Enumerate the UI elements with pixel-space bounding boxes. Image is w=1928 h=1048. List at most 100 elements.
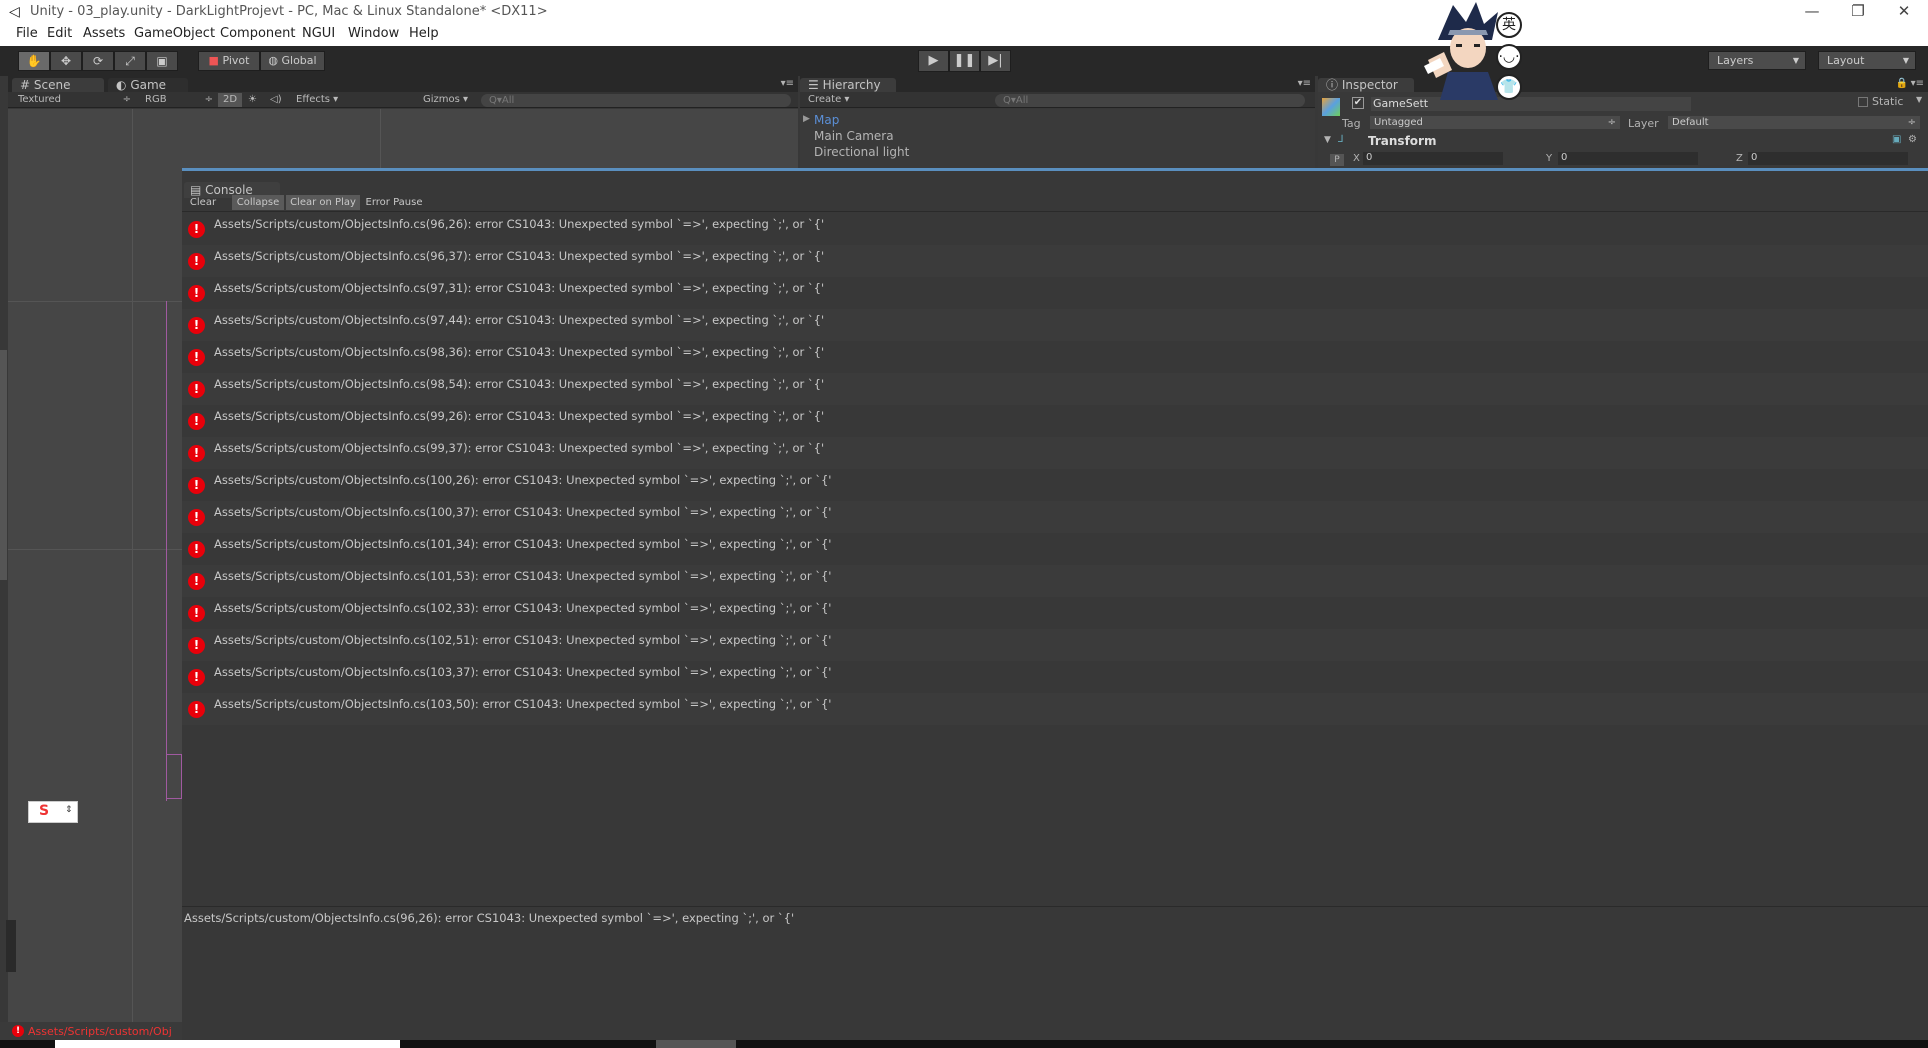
pause-button[interactable]: ❚❚ bbox=[949, 50, 980, 72]
x-label: X bbox=[1353, 153, 1360, 164]
chevron-down-icon[interactable]: ▼ bbox=[1916, 95, 1922, 104]
shading-dropdown[interactable]: Textured ÷ bbox=[18, 93, 133, 107]
ime-skin-icon[interactable]: 👕 bbox=[1496, 74, 1522, 100]
console-row[interactable]: ! Assets/Scripts/custom/ObjectsInfo.cs(10… bbox=[182, 501, 1928, 533]
hierarchy-search-input[interactable]: Q▾All bbox=[995, 94, 1305, 107]
rotate-tool-button[interactable]: ⟳ bbox=[82, 51, 114, 71]
layers-dropdown[interactable]: Layers ▼ bbox=[1708, 51, 1806, 70]
position-y-field[interactable]: 0 bbox=[1558, 152, 1698, 165]
console-row[interactable]: ! Assets/Scripts/custom/ObjectsInfo.cs(10… bbox=[182, 533, 1928, 565]
global-toggle[interactable]: ◍ Global bbox=[260, 51, 325, 71]
create-label: Create bbox=[808, 94, 842, 105]
step-button[interactable]: ▶| bbox=[980, 50, 1011, 72]
sogou-logo-icon: S bbox=[39, 803, 50, 819]
chevron-down-icon: ▼ bbox=[1902, 56, 1909, 65]
scale-icon: ⤢ bbox=[125, 54, 135, 68]
menu-assets[interactable]: Assets bbox=[83, 26, 125, 41]
console-row[interactable]: ! Assets/Scripts/custom/ObjectsInfo.cs(10… bbox=[182, 565, 1928, 597]
status-bar[interactable]: ! Assets/Scripts/custom/Obj bbox=[0, 1022, 182, 1042]
close-button[interactable]: ✕ bbox=[1884, 2, 1924, 20]
console-row[interactable]: ! Assets/Scripts/custom/ObjectsInfo.cs(98… bbox=[182, 373, 1928, 405]
console-row[interactable]: ! Assets/Scripts/custom/ObjectsInfo.cs(96… bbox=[182, 213, 1928, 245]
console-row[interactable]: ! Assets/Scripts/custom/ObjectsInfo.cs(96… bbox=[182, 245, 1928, 277]
hand-tool-button[interactable]: ✋ bbox=[18, 51, 50, 71]
menu-gameobject[interactable]: GameObject bbox=[134, 26, 215, 41]
layers-label: Layers bbox=[1717, 54, 1754, 67]
menu-edit[interactable]: Edit bbox=[47, 26, 72, 41]
console-detail-pane[interactable]: Assets/Scripts/custom/ObjectsInfo.cs(96,… bbox=[182, 906, 1928, 1048]
pivot-label: Pivot bbox=[222, 54, 250, 67]
help-icon[interactable]: ▣ bbox=[1892, 134, 1901, 145]
menu-file[interactable]: File bbox=[16, 26, 38, 41]
pause-icon: ❚❚ bbox=[953, 53, 976, 68]
console-row[interactable]: ! Assets/Scripts/custom/ObjectsInfo.cs(10… bbox=[182, 597, 1928, 629]
clear-button[interactable]: Clear bbox=[186, 195, 220, 210]
menu-ngui[interactable]: NGUI bbox=[302, 26, 335, 41]
audio-toggle-icon[interactable]: ◁) bbox=[270, 93, 282, 107]
panel-menu-icon[interactable]: ▾≡ bbox=[781, 78, 794, 89]
position-label[interactable]: P bbox=[1330, 154, 1344, 166]
lighting-toggle-icon[interactable]: ☀ bbox=[248, 93, 257, 107]
hierarchy-item-map[interactable]: Map bbox=[814, 113, 839, 127]
2d-toggle[interactable]: 2D bbox=[218, 93, 242, 107]
render-mode-dropdown[interactable]: RGB ÷ bbox=[145, 93, 215, 107]
console-row[interactable]: ! Assets/Scripts/custom/ObjectsInfo.cs(97… bbox=[182, 309, 1928, 341]
scene-search-input[interactable]: Q▾All bbox=[481, 94, 791, 107]
tab-game-label: Game bbox=[130, 78, 167, 92]
console-row[interactable]: ! Assets/Scripts/custom/ObjectsInfo.cs(10… bbox=[182, 469, 1928, 501]
layout-dropdown[interactable]: Layout ▼ bbox=[1818, 51, 1916, 70]
ime-toolbar[interactable]: S ⇕ bbox=[28, 801, 78, 823]
play-button[interactable]: ▶ bbox=[918, 50, 949, 72]
left-scrollbar[interactable] bbox=[0, 350, 7, 580]
menu-component[interactable]: Component bbox=[220, 26, 295, 41]
ime-emoji-icon[interactable]: ·◡· bbox=[1496, 44, 1522, 70]
lock-icon[interactable]: 🔒 bbox=[1896, 78, 1908, 89]
error-icon: ! bbox=[188, 221, 205, 238]
move-tool-button[interactable]: ✥ bbox=[50, 51, 82, 71]
expand-arrow-icon[interactable]: ▶ bbox=[803, 114, 810, 124]
scale-tool-button[interactable]: ⤢ bbox=[114, 51, 146, 71]
clear-on-play-button[interactable]: Clear on Play bbox=[286, 195, 360, 210]
restore-button[interactable]: ❐ bbox=[1838, 2, 1878, 20]
console-row[interactable]: ! Assets/Scripts/custom/ObjectsInfo.cs(10… bbox=[182, 629, 1928, 661]
console-message: Assets/Scripts/custom/ObjectsInfo.cs(100… bbox=[214, 473, 832, 487]
static-checkbox[interactable] bbox=[1858, 97, 1868, 107]
console-row[interactable]: ! Assets/Scripts/custom/ObjectsInfo.cs(99… bbox=[182, 405, 1928, 437]
error-icon: ! bbox=[188, 381, 205, 398]
transform-header[interactable]: Transform bbox=[1368, 134, 1436, 148]
ime-language-toggle[interactable]: 英 bbox=[1496, 12, 1522, 38]
global-label: Global bbox=[281, 54, 317, 67]
position-x-field[interactable]: 0 bbox=[1363, 152, 1503, 165]
gizmos-dropdown[interactable]: Gizmos ▾ bbox=[423, 93, 468, 107]
panel-menu-icon[interactable]: ▾≡ bbox=[1911, 78, 1924, 89]
collapse-arrow-icon[interactable]: ▼ bbox=[1324, 135, 1331, 145]
taskbar-strip bbox=[0, 1040, 1928, 1048]
menu-window[interactable]: Window bbox=[348, 26, 399, 41]
create-dropdown[interactable]: Create ▾ bbox=[808, 93, 849, 107]
layer-dropdown[interactable]: Default ÷ bbox=[1668, 116, 1920, 129]
gear-icon[interactable]: ⚙ bbox=[1908, 134, 1917, 145]
effects-dropdown[interactable]: Effects ▾ bbox=[296, 93, 338, 107]
pivot-toggle[interactable]: ■ Pivot bbox=[198, 51, 260, 71]
taskbar-item[interactable] bbox=[656, 1040, 736, 1048]
position-z-field[interactable]: 0 bbox=[1748, 152, 1908, 165]
active-checkbox[interactable]: ✔ bbox=[1352, 97, 1364, 109]
console-row[interactable]: ! Assets/Scripts/custom/ObjectsInfo.cs(99… bbox=[182, 437, 1928, 469]
panel-menu-icon[interactable]: ▾≡ bbox=[1298, 78, 1311, 89]
console-row[interactable]: ! Assets/Scripts/custom/ObjectsInfo.cs(98… bbox=[182, 341, 1928, 373]
console-row[interactable]: ! Assets/Scripts/custom/ObjectsInfo.cs(10… bbox=[182, 661, 1928, 693]
rect-tool-button[interactable]: ▣ bbox=[146, 51, 178, 71]
minimize-button[interactable]: — bbox=[1792, 2, 1832, 20]
menu-help[interactable]: Help bbox=[409, 26, 439, 41]
console-detail-text: Assets/Scripts/custom/ObjectsInfo.cs(96,… bbox=[184, 911, 795, 925]
console-message: Assets/Scripts/custom/ObjectsInfo.cs(96,… bbox=[214, 249, 825, 263]
console-row[interactable]: ! Assets/Scripts/custom/ObjectsInfo.cs(10… bbox=[182, 693, 1928, 725]
collapse-button[interactable]: Collapse bbox=[232, 195, 284, 210]
error-pause-button[interactable]: Error Pause bbox=[362, 195, 426, 210]
console-message: Assets/Scripts/custom/ObjectsInfo.cs(99,… bbox=[214, 441, 825, 455]
console-row[interactable]: ! Assets/Scripts/custom/ObjectsInfo.cs(97… bbox=[182, 277, 1928, 309]
hierarchy-item-main-camera[interactable]: Main Camera bbox=[814, 129, 894, 143]
tag-dropdown[interactable]: Untagged ÷ bbox=[1370, 116, 1620, 129]
console-message: Assets/Scripts/custom/ObjectsInfo.cs(101… bbox=[214, 569, 832, 583]
hierarchy-item-directional-light[interactable]: Directional light bbox=[814, 145, 909, 159]
